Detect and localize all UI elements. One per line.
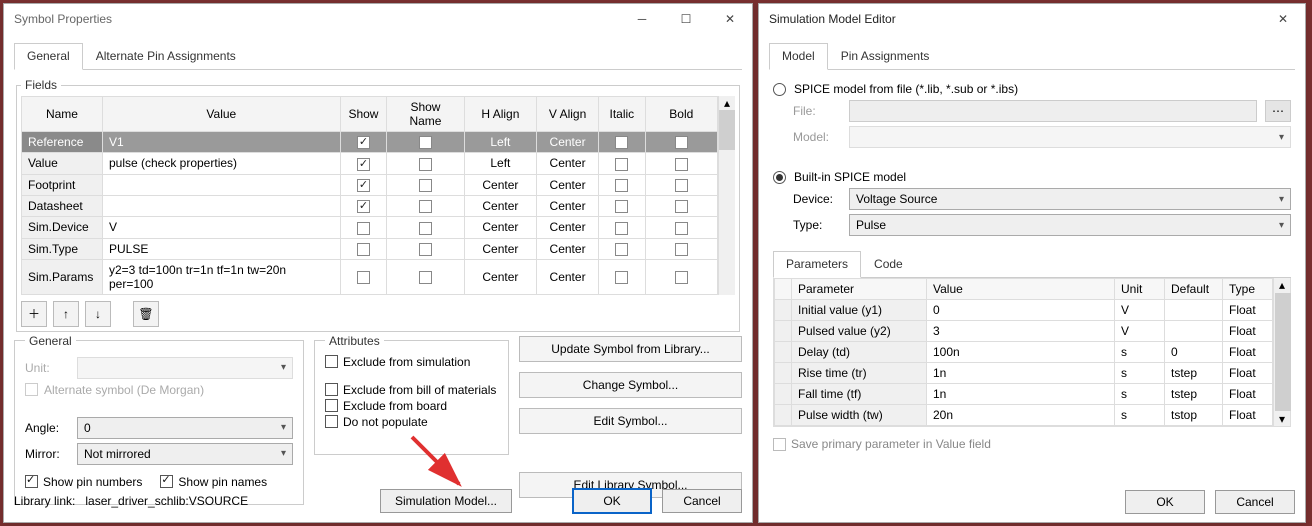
table-row[interactable]: Pulsed value (y2)3VFloat (775, 321, 1273, 342)
move-down-button[interactable]: ↓ (85, 301, 111, 327)
tab-parameters[interactable]: Parameters (773, 251, 861, 278)
table-row[interactable]: Delay (td)100ns0Float (775, 342, 1273, 363)
column-header[interactable]: Bold (645, 97, 717, 132)
column-header[interactable]: Show Name (387, 97, 465, 132)
device-label: Device: (793, 192, 841, 206)
change-symbol-button[interactable]: Change Symbol... (519, 372, 742, 398)
show-pin-names-checkbox[interactable]: Show pin names (160, 475, 267, 489)
add-field-button[interactable]: ＋ (21, 301, 47, 327)
unit-select: ▾ (77, 357, 293, 379)
model-select: ▾ (849, 126, 1291, 148)
column-header[interactable]: H Align (464, 97, 536, 132)
table-row[interactable]: Sim.Paramsy2=3 td=100n tr=1n tf=1n tw=20… (22, 259, 718, 294)
column-header[interactable]: V Align (537, 97, 599, 132)
table-row[interactable]: Pulse width (tw)20nststopFloat (775, 405, 1273, 426)
library-link-label: Library link: (14, 494, 75, 508)
table-row[interactable]: Sim.TypePULSECenterCenter (22, 238, 718, 259)
mirror-label: Mirror: (25, 447, 69, 461)
general-group-title: General (25, 334, 76, 348)
browse-file-button: ⋯ (1265, 100, 1291, 122)
table-row[interactable]: ReferenceV1LeftCenter (22, 132, 718, 153)
close-button[interactable]: ✕ (1261, 4, 1305, 34)
simulation-model-button[interactable]: Simulation Model... (380, 489, 512, 513)
minimize-button[interactable]: ─ (620, 4, 664, 34)
close-button[interactable]: ✕ (708, 4, 752, 34)
ok-button[interactable]: OK (572, 488, 652, 514)
edit-symbol-button[interactable]: Edit Symbol... (519, 408, 742, 434)
model-label: Model: (793, 130, 841, 144)
fields-table[interactable]: NameValueShowShow NameH AlignV AlignItal… (21, 96, 718, 295)
titlebar: Simulation Model Editor ✕ (759, 4, 1305, 34)
table-row[interactable]: Rise time (tr)1nststepFloat (775, 363, 1273, 384)
library-link-value: laser_driver_schlib:VSOURCE (85, 494, 370, 508)
main-tabs: General Alternate Pin Assignments (14, 42, 742, 70)
tab-general[interactable]: General (14, 43, 83, 70)
move-up-button[interactable]: ↑ (53, 301, 79, 327)
device-select[interactable]: Voltage Source▾ (849, 188, 1291, 210)
column-header[interactable]: Name (22, 97, 103, 132)
angle-label: Angle: (25, 421, 69, 435)
tab-pin-assignments[interactable]: Pin Assignments (828, 43, 943, 70)
titlebar: Symbol Properties ─ ☐ ✕ (4, 4, 752, 34)
table-row[interactable]: FootprintCenterCenter (22, 174, 718, 195)
fields-legend: Fields (21, 78, 61, 92)
exclude-sim-checkbox[interactable]: Exclude from simulation (325, 355, 498, 369)
delete-field-button[interactable]: 🗑 (133, 301, 159, 327)
type-select[interactable]: Pulse▾ (849, 214, 1291, 236)
alt-symbol-checkbox: Alternate symbol (De Morgan) (25, 383, 293, 397)
table-row[interactable]: Initial value (y1)0VFloat (775, 300, 1273, 321)
exclude-bom-checkbox[interactable]: Exclude from bill of materials (325, 383, 498, 397)
table-row[interactable]: Valuepulse (check properties)LeftCenter (22, 153, 718, 174)
column-header[interactable]: Italic (599, 97, 646, 132)
mirror-select[interactable]: Not mirrored▾ (77, 443, 293, 465)
unit-label: Unit: (25, 361, 69, 375)
column-header[interactable]: Show (340, 97, 387, 132)
ok-button[interactable]: OK (1125, 490, 1205, 514)
tab-alternate-pins[interactable]: Alternate Pin Assignments (83, 43, 249, 70)
params-scrollbar[interactable]: ▴ ▾ (1273, 278, 1290, 426)
sim-tabs: Model Pin Assignments (769, 42, 1295, 70)
angle-select[interactable]: 0▾ (77, 417, 293, 439)
radio-builtin[interactable]: Built-in SPICE model (773, 170, 1291, 184)
cancel-button[interactable]: Cancel (662, 489, 742, 513)
tab-code[interactable]: Code (861, 251, 916, 278)
maximize-button[interactable]: ☐ (664, 4, 708, 34)
column-header[interactable]: Value (102, 97, 340, 132)
window-title: Simulation Model Editor (769, 12, 1261, 26)
cancel-button[interactable]: Cancel (1215, 490, 1295, 514)
file-input (849, 100, 1257, 122)
fields-scrollbar[interactable]: ▴ (718, 96, 735, 295)
parameters-table[interactable]: Parameter Value Unit Default Type Initia… (774, 278, 1273, 426)
show-pin-numbers-checkbox[interactable]: Show pin numbers (25, 475, 142, 489)
tab-model[interactable]: Model (769, 43, 828, 70)
radio-spice-file[interactable]: SPICE model from file (*.lib, *.sub or *… (773, 82, 1291, 96)
window-title: Symbol Properties (14, 12, 620, 26)
attributes-group-title: Attributes (325, 334, 384, 348)
save-primary-checkbox[interactable]: Save primary parameter in Value field (773, 437, 991, 451)
table-row[interactable]: Fall time (tf)1nststepFloat (775, 384, 1273, 405)
update-symbol-button[interactable]: Update Symbol from Library... (519, 336, 742, 362)
table-row[interactable]: DatasheetCenterCenter (22, 195, 718, 216)
exclude-board-checkbox[interactable]: Exclude from board (325, 399, 498, 413)
dnp-checkbox[interactable]: Do not populate (325, 415, 498, 429)
file-label: File: (793, 104, 841, 118)
table-row[interactable]: Sim.DeviceVCenterCenter (22, 217, 718, 238)
type-label: Type: (793, 218, 841, 232)
